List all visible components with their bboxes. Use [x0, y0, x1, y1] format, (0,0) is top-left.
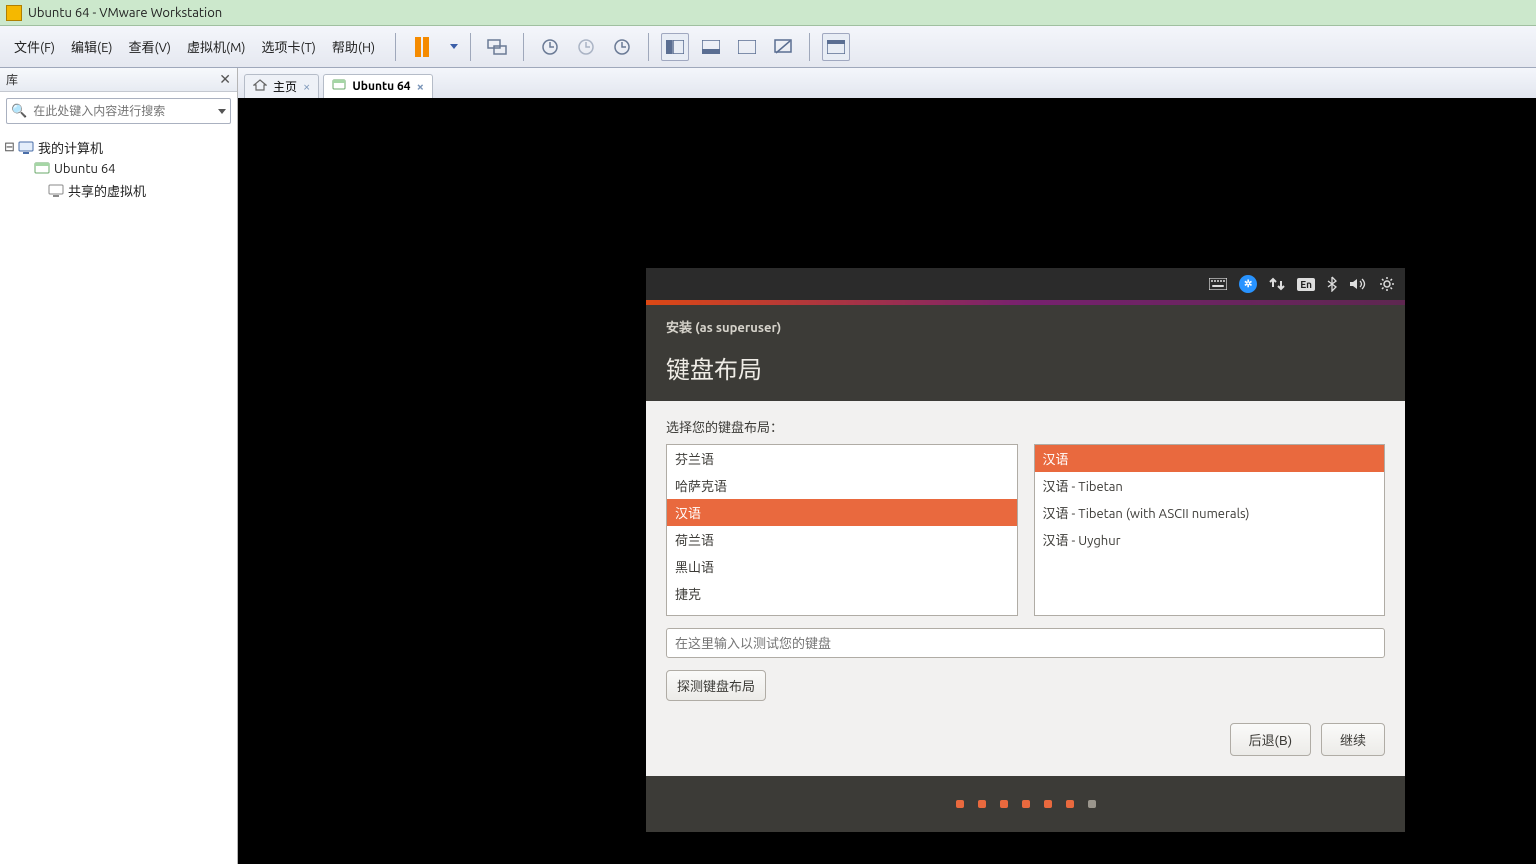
installer-header: 安装 (as superuser) 键盘布局 — [646, 305, 1405, 401]
sidebar-close-icon[interactable]: ✕ — [219, 71, 231, 88]
detect-layout-button[interactable]: 探测键盘布局 — [666, 670, 766, 701]
step-dot — [1088, 800, 1096, 808]
installer-title: 键盘布局 — [666, 350, 1385, 385]
keyboard-prompt: 选择您的键盘布局： — [666, 417, 1385, 436]
tab-home-close-icon[interactable]: × — [303, 80, 310, 94]
tree-root-label: 我的计算机 — [38, 138, 103, 157]
tab-home-label: 主页 — [273, 78, 297, 95]
menu-help[interactable]: 帮助(H) — [324, 33, 383, 60]
view-fullscreen-bottom-icon[interactable] — [697, 33, 725, 61]
variant-item[interactable]: 汉语 - Uyghur — [1035, 526, 1385, 553]
layout-item[interactable]: 柯尔克孜语(吉尔吉斯语) — [667, 607, 1017, 616]
layout-item[interactable]: 汉语 — [667, 499, 1017, 526]
power-group — [402, 33, 464, 61]
toolbar-separator — [648, 33, 649, 61]
layout-item[interactable]: 捷克 — [667, 580, 1017, 607]
view-unity-icon[interactable] — [769, 33, 797, 61]
vm-display[interactable]: ✲ En 安装 (as s — [238, 98, 1536, 864]
collapse-icon[interactable]: ⊟ — [4, 140, 14, 155]
titlebar: Ubuntu 64 - VMware Workstation — [0, 0, 1536, 26]
tree-shared-label: 共享的虚拟机 — [68, 181, 146, 200]
tree-root-my-computer[interactable]: ⊟ 我的计算机 — [2, 136, 235, 159]
view-thumbnail-icon[interactable] — [822, 33, 850, 61]
tree-shared-vms[interactable]: ⊟ 共享的虚拟机 — [2, 179, 235, 202]
search-input[interactable] — [29, 104, 218, 118]
gear-icon[interactable] — [1379, 276, 1395, 292]
menu-tabs[interactable]: 选项卡(T) — [253, 33, 323, 60]
step-dot — [1022, 800, 1030, 808]
vmware-app-icon — [6, 5, 22, 21]
step-dot — [1000, 800, 1008, 808]
home-icon — [253, 79, 267, 94]
snapshot-manage-icon[interactable] — [608, 33, 636, 61]
installer-subtitle: 安装 (as superuser) — [666, 317, 1385, 336]
snapshot-revert-icon[interactable] — [572, 33, 600, 61]
tree-vm-label: Ubuntu 64 — [54, 162, 116, 176]
lang-indicator[interactable]: En — [1297, 278, 1315, 291]
toolbar-separator — [523, 33, 524, 61]
step-dot — [1066, 800, 1074, 808]
keyboard-layout-list[interactable]: 芬兰语哈萨克语汉语荷兰语黑山语捷克柯尔克孜语(吉尔吉斯语) — [666, 444, 1018, 616]
menu-edit[interactable]: 编辑(E) — [63, 33, 120, 60]
send-ctrl-alt-del-icon[interactable] — [483, 33, 511, 61]
ubuntu-topbar: ✲ En — [646, 268, 1405, 300]
back-button[interactable]: 后退(B) — [1230, 723, 1311, 756]
bluetooth-icon[interactable] — [1327, 276, 1337, 292]
tab-ubuntu-close-icon[interactable]: × — [417, 80, 424, 94]
menu-items: 文件(F) 编辑(E) 查看(V) 虚拟机(M) 选项卡(T) 帮助(H) — [0, 33, 389, 60]
tab-ubuntu64[interactable]: Ubuntu 64 × — [323, 74, 433, 98]
sidebar-title: 库 — [6, 71, 18, 88]
tree-vm-ubuntu64[interactable]: Ubuntu 64 — [2, 159, 235, 179]
sidebar-search[interactable]: 🔍 — [6, 98, 231, 124]
variant-item[interactable]: 汉语 — [1035, 445, 1385, 472]
network-icon[interactable] — [1269, 277, 1285, 291]
step-dot — [1044, 800, 1052, 808]
layout-item[interactable]: 黑山语 — [667, 553, 1017, 580]
view-console-icon[interactable] — [661, 33, 689, 61]
variant-item[interactable]: 汉语 - Tibetan (with ASCII numerals) — [1035, 499, 1385, 526]
content-area: 主页 × Ubuntu 64 × ✲ — [238, 68, 1536, 864]
search-dropdown-icon[interactable] — [218, 109, 226, 114]
window-title: Ubuntu 64 - VMware Workstation — [28, 6, 222, 20]
computer-icon — [18, 140, 34, 156]
library-sidebar: 库 ✕ 🔍 ⊟ 我的计算机 Ubuntu 64 ⊟ — [0, 68, 238, 864]
menu-vm[interactable]: 虚拟机(M) — [179, 33, 254, 60]
tab-home[interactable]: 主页 × — [244, 74, 319, 98]
layout-item[interactable]: 荷兰语 — [667, 526, 1017, 553]
search-icon: 🔍 — [11, 104, 27, 119]
toolbar-separator — [809, 33, 810, 61]
pause-button[interactable] — [408, 33, 436, 61]
keyboard-test-input[interactable] — [666, 628, 1385, 658]
ubuntu-installer-window: ✲ En 安装 (as s — [646, 268, 1405, 832]
tab-ubuntu-label: Ubuntu 64 — [352, 80, 410, 93]
menu-view[interactable]: 查看(V) — [121, 33, 179, 60]
continue-button[interactable]: 继续 — [1321, 723, 1385, 756]
menu-file[interactable]: 文件(F) — [6, 33, 63, 60]
content-tabs: 主页 × Ubuntu 64 × — [238, 68, 1536, 98]
accessibility-icon[interactable]: ✲ — [1239, 275, 1257, 293]
keyboard-variant-list[interactable]: 汉语汉语 - Tibetan汉语 - Tibetan (with ASCII n… — [1034, 444, 1386, 616]
step-dot — [956, 800, 964, 808]
installer-body: 选择您的键盘布局： 芬兰语哈萨克语汉语荷兰语黑山语捷克柯尔克孜语(吉尔吉斯语) … — [646, 401, 1405, 776]
power-dropdown[interactable] — [450, 44, 458, 49]
vm-tab-icon — [332, 79, 346, 94]
toolbar-separator — [470, 33, 471, 61]
menubar: 文件(F) 编辑(E) 查看(V) 虚拟机(M) 选项卡(T) 帮助(H) — [0, 26, 1536, 68]
installer-progress-dots — [646, 776, 1405, 832]
keyboard-indicator-icon[interactable] — [1209, 278, 1227, 290]
volume-icon[interactable] — [1349, 277, 1367, 291]
sidebar-header: 库 ✕ — [0, 68, 237, 92]
layout-item[interactable]: 哈萨克语 — [667, 472, 1017, 499]
shared-icon — [48, 183, 64, 199]
variant-item[interactable]: 汉语 - Tibetan — [1035, 472, 1385, 499]
vm-icon — [34, 161, 50, 177]
library-tree: ⊟ 我的计算机 Ubuntu 64 ⊟ 共享的虚拟机 — [0, 130, 237, 208]
snapshot-take-icon[interactable] — [536, 33, 564, 61]
step-dot — [978, 800, 986, 808]
toolbar-separator — [395, 33, 396, 61]
view-stretch-icon[interactable] — [733, 33, 761, 61]
layout-item[interactable]: 芬兰语 — [667, 445, 1017, 472]
